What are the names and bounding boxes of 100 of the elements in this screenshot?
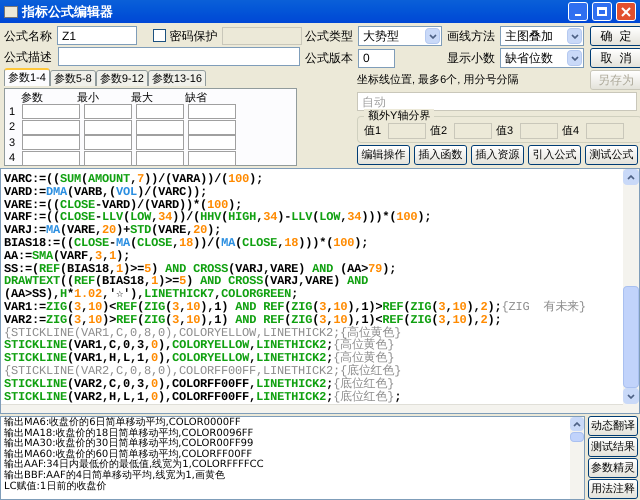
max-field[interactable] bbox=[136, 150, 184, 166]
dropdown-arrow-icon bbox=[567, 28, 582, 44]
output-line: 输出MA60:收盘价的60日简单移动平均,COLORFF00FF bbox=[4, 450, 252, 460]
type-select[interactable]: 大势型 bbox=[358, 26, 442, 46]
code-line: VARE:=((CLOSE-VARD)/(VARD))*(100); bbox=[4, 198, 242, 212]
code-line: VARC:=((SUM(AMOUNT,7))/(VARA))/(100); bbox=[4, 173, 264, 186]
dropdown-arrow-icon bbox=[425, 28, 440, 44]
field-label: 显示小数 bbox=[447, 50, 496, 67]
field-label: 公式名称 bbox=[4, 28, 53, 44]
value-field[interactable] bbox=[520, 123, 558, 139]
code-line: DRAWTEXT((REF(BIAS18,1)>=5) AND CROSS(VARJ,VARE) AND bbox=[4, 275, 368, 288]
output-line: LC赋值:1日前的收盘价 bbox=[4, 482, 106, 492]
max-field[interactable] bbox=[136, 104, 184, 120]
scroll-thumb[interactable] bbox=[623, 286, 639, 388]
code-editor[interactable] bbox=[0, 168, 640, 414]
param-name-field[interactable] bbox=[22, 150, 80, 166]
side-button[interactable]: 参数精灵 bbox=[588, 458, 638, 478]
code-line: STICKLINE(VAR1,H,L,1,0),COLORYELLOW,LINETHICK2;{高位黄色} bbox=[4, 352, 394, 365]
code-line: VARD:=DMA(VARB,(VOL)/(VARC)); bbox=[4, 186, 208, 199]
action-button[interactable]: 插入函数 bbox=[414, 145, 467, 165]
default-field[interactable] bbox=[188, 104, 236, 120]
cancel-button[interactable]: 取 消 bbox=[590, 48, 640, 68]
field-label: 公式描述 bbox=[4, 48, 53, 66]
code-line: BIAS18:=((CLOSE-MA(CLOSE,18))/(MA(CLOSE,18)))*(100); bbox=[4, 236, 368, 250]
action-button[interactable]: 插入资源 bbox=[471, 145, 524, 165]
draw-method-select[interactable]: 主图叠加 bbox=[500, 26, 584, 46]
row-number: 4 bbox=[9, 151, 16, 166]
field-label: 公式版本 bbox=[305, 50, 354, 67]
value-field[interactable] bbox=[388, 123, 426, 139]
maximize-button[interactable] bbox=[592, 2, 612, 21]
param-name-field[interactable] bbox=[22, 120, 80, 135]
decimals-select[interactable]: 缺省位数 bbox=[500, 48, 584, 68]
code-line: VARF:=((CLOSE-LLV(LOW,34))/(HHV(HIGH,34)-LLV(LOW,34)))*(100); bbox=[4, 211, 432, 224]
output-line: 输出BBF:AAF的4日简单移动平均,线宽为1,画黄色 bbox=[4, 470, 225, 481]
window-icon bbox=[4, 6, 18, 18]
code-line: AA:=SMA(VARF,3,1); bbox=[4, 250, 130, 263]
side-button[interactable]: 测试结果 bbox=[588, 437, 638, 457]
checkbox-label: 密码保护 bbox=[170, 28, 218, 44]
output-line: 输出MA6:收盘价的6日简单移动平均,COLOR0000FF bbox=[4, 418, 241, 428]
output-line: 输出MA18:收盘价的18日简单移动平均,COLOR0096FF bbox=[4, 428, 254, 439]
axis-field[interactable]: 自动 bbox=[357, 92, 637, 111]
value-field[interactable] bbox=[586, 123, 624, 139]
action-button[interactable]: 测试公式 bbox=[585, 145, 638, 165]
row-number: 3 bbox=[9, 136, 16, 150]
tab[interactable]: 参数1-4 bbox=[4, 68, 50, 86]
scroll-down-icon[interactable] bbox=[623, 388, 639, 404]
code-line: {STICKLINE(VAR2,C,0,8,0),COLORFF00FF,LINETHICK2;{底位红色} bbox=[4, 364, 402, 378]
axis-label: 坐标线位置, 最多6个, 用分号分隔 bbox=[356, 72, 520, 88]
scroll-up-icon[interactable] bbox=[570, 417, 584, 431]
param-name-field[interactable] bbox=[22, 135, 80, 150]
min-field[interactable] bbox=[84, 120, 132, 135]
code-line: {STICKLINE(VAR1,C,0,8,0),COLORYELLOW,LINETHICK2;{高位黄色} bbox=[4, 326, 402, 340]
side-button[interactable]: 用法注释 bbox=[588, 479, 638, 499]
column-header: 缺省 bbox=[185, 91, 208, 104]
version-field[interactable]: 0 bbox=[358, 48, 395, 68]
tab[interactable]: 参数9-12 bbox=[96, 70, 148, 86]
side-button[interactable]: 动态翻译 bbox=[588, 416, 638, 436]
output-line: 输出MA30:收盘价的30日简单移动平均,COLOR00FF99 bbox=[4, 439, 254, 450]
output-line: 输出AAF:34日内最低价的最低值,线宽为1,COLORFFFFCC bbox=[4, 460, 264, 470]
name-field[interactable]: Z1 bbox=[57, 26, 137, 45]
min-field[interactable] bbox=[84, 150, 132, 166]
confirm-button[interactable]: 确 定 bbox=[590, 26, 640, 46]
close-button[interactable] bbox=[616, 2, 636, 21]
action-button[interactable]: 编辑操作 bbox=[357, 145, 410, 165]
column-header: 最小 bbox=[77, 91, 100, 104]
tab[interactable]: 参数13-16 bbox=[148, 70, 206, 86]
value-label: 值4 bbox=[562, 124, 580, 139]
default-field[interactable] bbox=[188, 150, 236, 166]
min-field[interactable] bbox=[84, 135, 132, 150]
action-button[interactable]: 引入公式 bbox=[528, 145, 581, 165]
row-number: 2 bbox=[9, 120, 16, 135]
min-field[interactable] bbox=[84, 104, 132, 120]
minimize-button[interactable] bbox=[568, 2, 588, 21]
param-name-field[interactable] bbox=[22, 104, 80, 120]
max-field[interactable] bbox=[136, 120, 184, 135]
column-header: 最大 bbox=[131, 91, 154, 104]
row-number: 1 bbox=[9, 104, 16, 120]
password-checkbox[interactable] bbox=[152, 29, 166, 42]
code-line: VARJ:=MA(VARE,20)+STD(VARE,20); bbox=[4, 224, 222, 237]
column-header: 参数 bbox=[20, 91, 44, 104]
code-line: STICKLINE(VAR2,H,L,1,0),COLORFF00FF,LINETHICK2;{底位红色}; bbox=[4, 390, 402, 404]
default-field[interactable] bbox=[188, 120, 236, 135]
code-line: VAR2:=ZIG(3,10)>REF(ZIG(3,10),1) AND REF(ZIG(3,10),1)<REF(ZIG(3,10),2); bbox=[4, 314, 502, 327]
scroll-up-icon[interactable] bbox=[623, 169, 639, 185]
scroll-thumb[interactable] bbox=[570, 432, 584, 442]
group-title: 额外Y轴分界 bbox=[364, 109, 434, 123]
value-label: 值1 bbox=[364, 124, 382, 139]
default-field[interactable] bbox=[188, 135, 236, 150]
field-label: 画线方法 bbox=[447, 28, 496, 45]
max-field[interactable] bbox=[136, 135, 184, 150]
description-field[interactable] bbox=[58, 47, 300, 66]
code-line: VAR1:=ZIG(3,10)<REF(ZIG(3,10),1) AND REF(ZIG(3,10),1)>REF(ZIG(3,10),2);{ZIG 有未来} bbox=[4, 300, 586, 314]
tab[interactable]: 参数5-8 bbox=[50, 70, 96, 86]
close-icon bbox=[621, 6, 631, 16]
field-label: 公式类型 bbox=[305, 28, 354, 45]
value-label: 值3 bbox=[496, 124, 514, 139]
window-title: 指标公式编辑器 bbox=[22, 2, 114, 21]
value-field[interactable] bbox=[454, 123, 492, 139]
code-line: (AA>SS),H*1.02,'☆'),LINETHICK7,COLORGREEN; bbox=[4, 288, 298, 301]
code-line: STICKLINE(VAR2,C,0,3,0),COLORFF00FF,LINETHICK2;{底位红色} bbox=[4, 378, 394, 391]
